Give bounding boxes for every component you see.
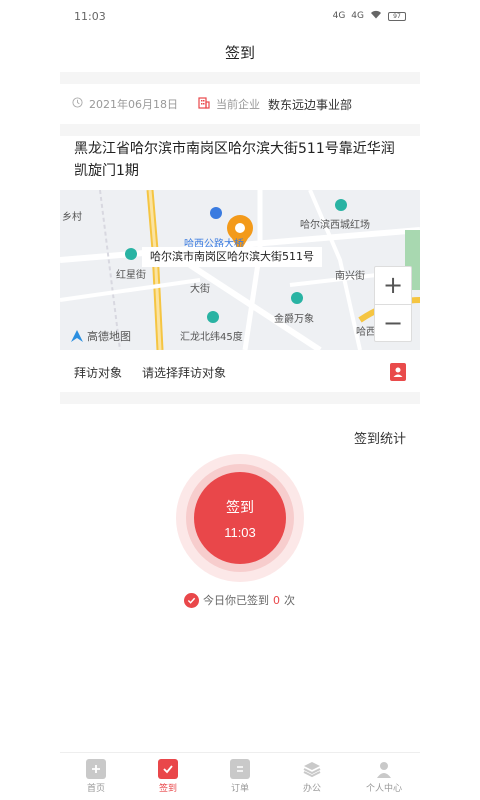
calendar-check-icon [158, 759, 178, 779]
wifi-icon [370, 10, 382, 22]
map-label-jinyue: 金爵万象 [274, 314, 314, 325]
section-divider [60, 392, 420, 404]
zoom-out-button[interactable]: − [375, 305, 411, 342]
tab-profile-label: 个人中心 [365, 784, 402, 794]
clock-icon [72, 97, 83, 111]
amap-logo-icon [71, 330, 83, 342]
info-row: 2021年06月18日 当前企业 数东远边事业部 [60, 84, 420, 124]
sign-in-label: 签到 [226, 498, 254, 515]
signal-icon-1: 4G [332, 11, 346, 21]
section-divider [60, 72, 420, 84]
tab-sign-in-label: 签到 [158, 784, 177, 794]
sign-in-time: 11:03 [224, 524, 256, 540]
bottom-tab-bar: 首页 签到 订单 办公 个人中心 [60, 752, 420, 800]
sign-in-button[interactable]: 签到 11:03 [194, 472, 286, 564]
map-zoom-control: + − [374, 266, 412, 342]
tab-orders[interactable]: 订单 [204, 753, 276, 800]
home-icon [86, 759, 106, 779]
map-label-nanxing: 南兴街 [335, 271, 365, 282]
tab-home[interactable]: 首页 [60, 753, 132, 800]
map-location-callout: 哈尔滨市南岗区哈尔滨大街511号 [142, 247, 322, 267]
building-icon [198, 96, 210, 112]
section-divider [60, 124, 420, 136]
company-name: 数东远边事业部 [268, 97, 353, 112]
tab-home-label: 首页 [86, 784, 105, 794]
tab-orders-label: 订单 [230, 784, 249, 794]
tab-profile[interactable]: 个人中心 [348, 753, 420, 800]
map-label-mall: 哈尔滨西城红场 [300, 220, 370, 231]
zoom-in-button[interactable]: + [375, 267, 411, 305]
user-icon [374, 759, 394, 779]
sign-count: 今日你已签到 0 次 [184, 592, 295, 608]
map-label-huilong: 汇龙北纬45度 [180, 332, 243, 343]
contact-book-icon[interactable] [390, 363, 406, 381]
sign-statistics-link[interactable]: 签到统计 [354, 428, 406, 447]
map-logo: 高德地图 [70, 328, 131, 344]
visit-target-row[interactable]: 拜访对象 请选择拜访对象 [60, 352, 420, 392]
status-bar: 11:03 4G 4G 97 [60, 0, 420, 32]
page-header: 签到 [60, 32, 420, 72]
company-label: 当前企业 [216, 98, 260, 111]
sign-count-prefix: 今日你已签到 [203, 594, 269, 607]
location-map[interactable]: 乡村 哈西公路大桥 红星街 哈尔滨西城红场 南兴街 大街 金爵万象 汇龙北纬45… [60, 190, 420, 350]
sign-count-value: 0 [273, 593, 280, 607]
order-icon [230, 759, 250, 779]
map-label-dajie: 大街 [190, 284, 210, 295]
battery-icon: 97 [388, 11, 406, 21]
map-logo-text: 高德地图 [87, 330, 131, 343]
map-label-hongxing: 红星街 [116, 270, 146, 281]
visit-target-select[interactable]: 请选择拜访对象 [142, 364, 226, 381]
visit-label: 拜访对象 [74, 365, 123, 380]
status-time: 11:03 [74, 9, 106, 23]
page-title: 签到 [224, 43, 255, 62]
status-icons: 4G 4G 97 [333, 10, 406, 22]
layers-icon [302, 759, 322, 779]
sign-date: 2021年06月18日 [89, 98, 178, 111]
current-address: 黑龙江省哈尔滨市南岗区哈尔滨大街511号靠近华润凯旋门1期 [74, 141, 395, 179]
check-circle-icon [184, 592, 199, 608]
sign-count-suffix: 次 [284, 594, 295, 607]
tab-office-label: 办公 [302, 784, 321, 794]
map-label-village: 乡村 [62, 212, 82, 223]
tab-office[interactable]: 办公 [276, 753, 348, 800]
tab-sign-in[interactable]: 签到 [132, 753, 204, 800]
signal-icon-2: 4G [351, 11, 364, 21]
